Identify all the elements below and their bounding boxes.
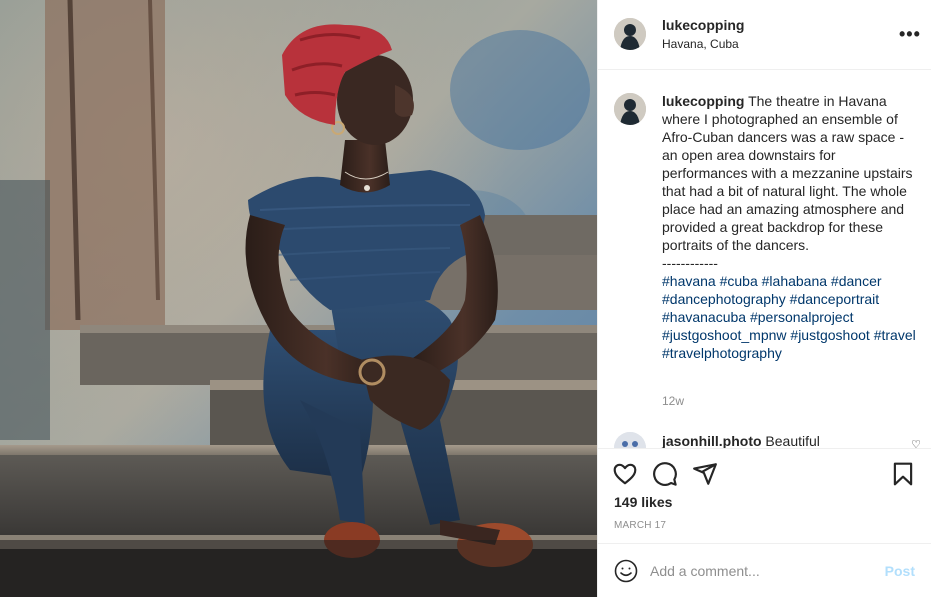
more-options-icon[interactable]: ••• — [899, 24, 920, 44]
author-avatar-image — [614, 18, 646, 50]
caption-avatar[interactable] — [614, 93, 646, 125]
post-actions: 149 likes MARCH 17 — [598, 448, 931, 543]
instagram-post: lukecopping Havana, Cuba ••• lukecopping… — [0, 0, 931, 597]
commenter-avatar-image — [614, 432, 646, 448]
commenter-username[interactable]: jasonhill.photo — [662, 433, 762, 448]
post-header: lukecopping Havana, Cuba ••• — [598, 0, 931, 70]
author-username[interactable]: lukecopping — [662, 17, 744, 33]
caption-username[interactable]: lukecopping — [662, 93, 744, 109]
comment-body: Beautiful — [761, 433, 820, 448]
bookmark-icon[interactable] — [890, 461, 916, 487]
comments-section: lukecopping The theatre in Havana where … — [598, 70, 931, 448]
comment-like-icon[interactable]: ♡ — [911, 438, 921, 448]
caption-time[interactable]: 12w — [662, 394, 684, 408]
add-comment-bar: Post — [598, 543, 931, 597]
likes-count[interactable]: 149 likes — [614, 494, 672, 510]
comment-input[interactable] — [650, 556, 870, 586]
caption-text: The theatre in Havana where I photograph… — [662, 93, 913, 253]
dancer-portrait-image — [0, 0, 597, 597]
post-sidebar: lukecopping Havana, Cuba ••• lukecopping… — [597, 0, 931, 597]
caption-avatar-image — [614, 93, 646, 125]
post-photo[interactable] — [0, 0, 597, 597]
comment-text: jasonhill.photo Beautiful — [662, 433, 820, 448]
author-avatar[interactable] — [614, 18, 646, 50]
comment-item: jasonhill.photo Beautiful ♡ — [614, 432, 931, 448]
heart-icon[interactable] — [612, 461, 638, 487]
post-date[interactable]: MARCH 17 — [614, 520, 666, 531]
post-comment-button[interactable]: Post — [885, 563, 915, 579]
caption-separator: ------------ — [662, 255, 718, 271]
post-caption: lukecopping The theatre in Havana where … — [662, 92, 917, 362]
post-location[interactable]: Havana, Cuba — [662, 37, 739, 51]
comment-icon[interactable] — [652, 461, 678, 487]
caption-hashtags[interactable]: #havana #cuba #lahabana #dancer #danceph… — [662, 273, 916, 361]
share-icon[interactable] — [692, 461, 718, 487]
commenter-avatar[interactable] — [614, 432, 646, 448]
emoji-icon[interactable] — [614, 559, 638, 583]
